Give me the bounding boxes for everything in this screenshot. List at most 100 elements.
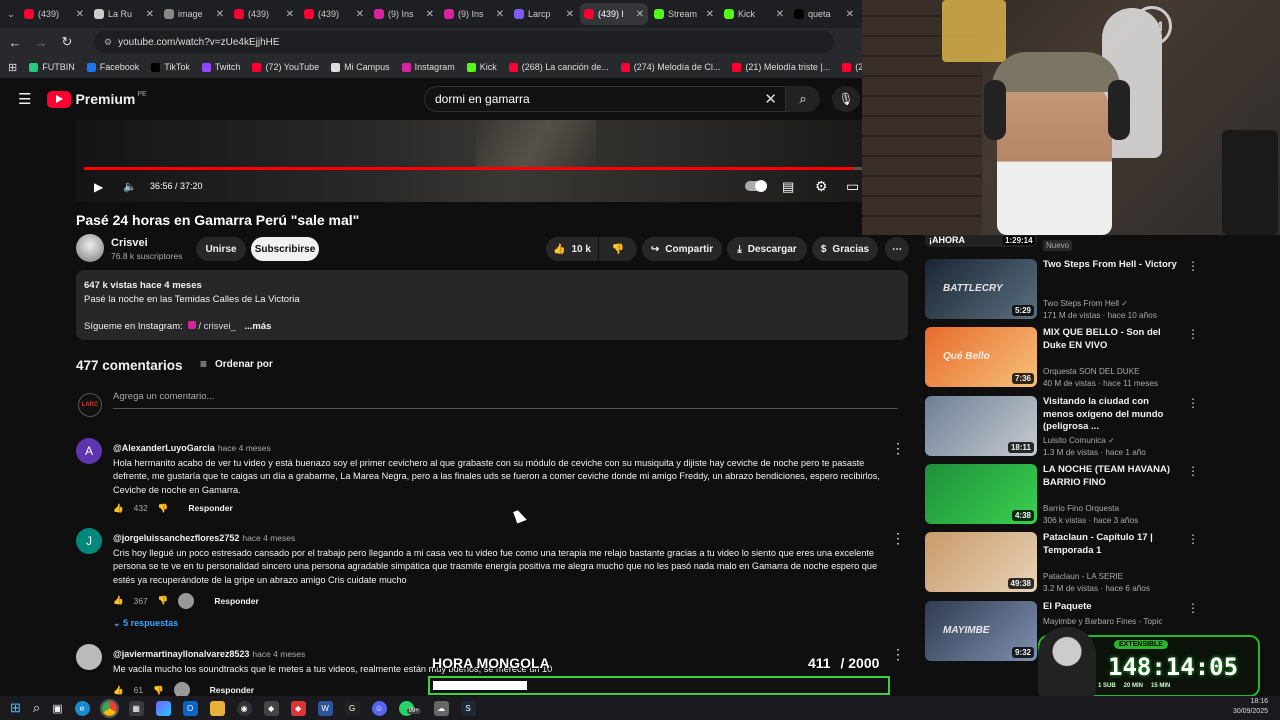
- recommended-title[interactable]: Pataclaun - Capítulo 17 | Temporada 1: [1043, 532, 1177, 557]
- like-button[interactable]: 👍 10 k: [546, 237, 598, 261]
- replies-toggle[interactable]: ⌄ 5 respuestas: [113, 618, 893, 629]
- browser-tab[interactable]: La Ru ✕: [90, 3, 158, 25]
- clear-search-icon[interactable]: ✕: [764, 90, 777, 108]
- reload-icon[interactable]: ↻: [60, 34, 74, 50]
- browser-tab[interactable]: Larcp ✕: [510, 3, 578, 25]
- video-thumbnail[interactable]: 49:38: [925, 532, 1037, 592]
- video-menu-icon[interactable]: ⋮: [1187, 396, 1199, 410]
- bookmark-item[interactable]: (21) Melodía triste |...: [732, 62, 830, 72]
- more-actions-button[interactable]: ⋯: [885, 237, 909, 261]
- close-tab-icon[interactable]: ✕: [286, 9, 294, 20]
- chrome-icon[interactable]: [99, 698, 119, 718]
- reply-button[interactable]: Responder: [210, 685, 254, 695]
- voice-search-button[interactable]: 🎙: [832, 86, 860, 112]
- close-tab-icon[interactable]: ✕: [216, 9, 224, 20]
- autoplay-toggle[interactable]: [745, 180, 767, 192]
- subtitles-icon[interactable]: ▤: [782, 179, 794, 195]
- recommended-channel[interactable]: Pataclaun - LA SERIE: [1043, 571, 1123, 582]
- volume-icon[interactable]: 🔈: [123, 180, 137, 193]
- recommended-title[interactable]: LA NOCHE (TEAM HAVANA) BARRIO FINO: [1043, 464, 1177, 489]
- browser-tab[interactable]: (9) Ins ✕: [370, 3, 438, 25]
- dislike-button[interactable]: 👎: [599, 237, 637, 261]
- video-menu-icon[interactable]: ⋮: [1187, 601, 1199, 615]
- close-tab-icon[interactable]: ✕: [496, 9, 504, 20]
- steam-icon[interactable]: S: [460, 700, 476, 716]
- reply-button[interactable]: Responder: [214, 596, 258, 606]
- recommended-video[interactable]: Qué Bello 7:36 MIX QUE BELLO - Son del D…: [925, 327, 1199, 389]
- recommended-video[interactable]: 4:38 LA NOCHE (TEAM HAVANA) BARRIO FINO …: [925, 464, 1199, 526]
- video-thumbnail[interactable]: 4:38: [925, 464, 1037, 524]
- clock[interactable]: 18:16 30/09/2025: [1233, 697, 1268, 717]
- channel-name[interactable]: Crisvei: [111, 237, 148, 249]
- youtube-logo-icon[interactable]: [47, 90, 72, 108]
- close-tab-icon[interactable]: ✕: [776, 9, 784, 20]
- menu-icon[interactable]: ☰: [18, 90, 31, 108]
- close-tab-icon[interactable]: ✕: [636, 9, 644, 20]
- back-icon[interactable]: ←: [8, 35, 22, 50]
- app-red-icon[interactable]: ◆: [290, 700, 306, 716]
- tab-menu-icon[interactable]: ⌄: [4, 9, 18, 20]
- comment-menu-icon[interactable]: ⋮: [891, 530, 905, 547]
- comment-dislike-icon[interactable]: 👎: [158, 595, 169, 606]
- search-input[interactable]: dormi en gamarra ✕: [424, 86, 786, 112]
- site-info-icon[interactable]: ⚙: [104, 37, 112, 48]
- apps-icon[interactable]: ⊞: [8, 61, 17, 74]
- app-g-icon[interactable]: G: [344, 700, 360, 716]
- comment-author[interactable]: @AlexanderLuyoGarcia: [113, 443, 215, 453]
- bookmark-item[interactable]: Instagram: [401, 62, 455, 72]
- comment-author[interactable]: @jorgeluissanchezflores2752: [113, 533, 239, 543]
- add-comment-input[interactable]: Agrega un comentario...: [113, 391, 898, 409]
- bookmark-item[interactable]: FUTBIN: [29, 62, 75, 72]
- bookmark-item[interactable]: Kick: [466, 62, 497, 72]
- recommended-channel[interactable]: Barrio Fino Orquesta: [1043, 503, 1119, 514]
- browser-tab[interactable]: (439) ✕: [20, 3, 88, 25]
- play-icon[interactable]: ▶: [94, 180, 103, 194]
- start-icon[interactable]: ⊞: [10, 700, 21, 716]
- bookmark-item[interactable]: TikTok: [151, 62, 190, 72]
- comment-menu-icon[interactable]: ⋮: [891, 646, 905, 663]
- reply-button[interactable]: Responder: [188, 503, 232, 513]
- search-button[interactable]: ⌕: [786, 86, 820, 112]
- comment-dislike-icon[interactable]: 👎: [153, 685, 164, 696]
- bookmark-item[interactable]: Twitch: [201, 62, 240, 72]
- browser-tab[interactable]: queta ✕: [790, 3, 858, 25]
- app-cloud-icon[interactable]: ☁: [433, 700, 449, 716]
- word-icon[interactable]: W: [317, 700, 333, 716]
- share-button[interactable]: ↪ Compartir: [642, 237, 722, 261]
- video-thumbnail[interactable]: 18:11: [925, 396, 1037, 456]
- recommended-video[interactable]: BATTLECRY 5:29 Two Steps From Hell - Vic…: [925, 259, 1199, 321]
- show-more-button[interactable]: ...más: [245, 321, 272, 332]
- recommended-channel[interactable]: Mayimbe y Barbaro Fines - Topic: [1043, 616, 1163, 627]
- bookmark-item[interactable]: (268) La canción de...: [508, 62, 609, 72]
- bookmark-item[interactable]: Mi Campus: [331, 62, 390, 72]
- video-menu-icon[interactable]: ⋮: [1187, 259, 1199, 273]
- game-icon[interactable]: ◆: [263, 700, 279, 716]
- file-explorer-icon[interactable]: [209, 700, 225, 716]
- comment-author[interactable]: @javiermartinayllonalvarez8523: [113, 649, 249, 659]
- recommended-title[interactable]: El Paquete: [1043, 601, 1177, 614]
- close-tab-icon[interactable]: ✕: [566, 9, 574, 20]
- browser-tab[interactable]: image ✕: [160, 3, 228, 25]
- browser-tab[interactable]: (9) Ins ✕: [440, 3, 508, 25]
- comment-like-icon[interactable]: 👍: [113, 595, 124, 606]
- bookmark-item[interactable]: (274) Melodía de Cl...: [620, 62, 720, 72]
- theater-mode-icon[interactable]: ▭: [846, 178, 859, 195]
- channel-avatar[interactable]: [76, 234, 104, 262]
- bookmark-item[interactable]: Facebook: [86, 62, 139, 72]
- comment-like-icon[interactable]: 👍: [113, 503, 124, 514]
- recommended-channel[interactable]: Two Steps From Hell ✓: [1043, 298, 1128, 309]
- join-button[interactable]: Unirse: [196, 237, 246, 261]
- store-icon[interactable]: ▦: [128, 700, 144, 716]
- close-tab-icon[interactable]: ✕: [426, 9, 434, 20]
- browser-tab[interactable]: (439) l ✕: [580, 3, 648, 25]
- bookmark-item[interactable]: (72) YouTube: [252, 62, 319, 72]
- comment-menu-icon[interactable]: ⋮: [891, 440, 905, 457]
- thanks-button[interactable]: $ Gracias: [812, 237, 878, 261]
- instagram-link[interactable]: / crisvei_: [188, 321, 236, 332]
- download-button[interactable]: ⤓ Descargar: [727, 237, 807, 261]
- video-thumbnail[interactable]: Qué Bello 7:36: [925, 327, 1037, 387]
- browser-tab[interactable]: (439) ✕: [230, 3, 298, 25]
- outlook-icon[interactable]: O: [182, 700, 198, 716]
- recommended-title[interactable]: MIX QUE BELLO - Son del Duke EN VIVO: [1043, 327, 1177, 352]
- close-tab-icon[interactable]: ✕: [706, 9, 714, 20]
